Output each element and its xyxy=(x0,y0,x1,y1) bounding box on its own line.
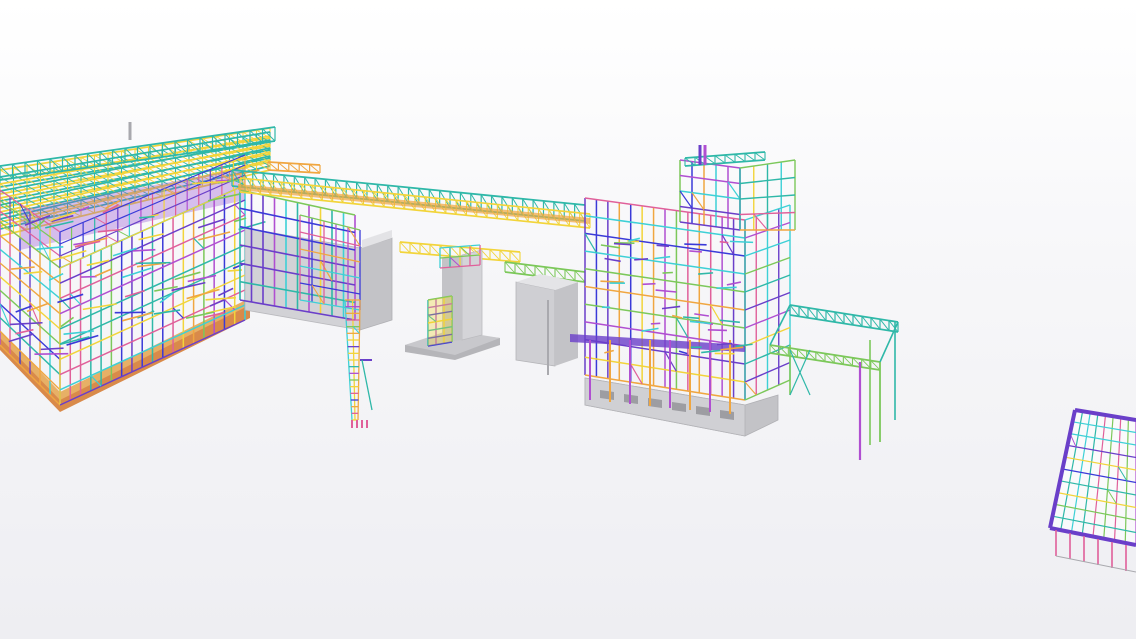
structural-member xyxy=(694,313,710,317)
structural-member xyxy=(691,192,705,211)
structural-member xyxy=(187,274,217,283)
structural-member xyxy=(739,211,796,216)
structural-member xyxy=(135,261,171,265)
structural-member xyxy=(679,174,741,185)
structural-member xyxy=(721,234,735,255)
structural-member xyxy=(429,244,441,256)
structural-member xyxy=(267,161,321,166)
pedestal-column xyxy=(461,249,483,341)
structural-member xyxy=(509,250,521,263)
structural-member xyxy=(769,304,791,346)
structural-member xyxy=(679,190,741,200)
conveyor-belt xyxy=(238,184,590,224)
structural-member xyxy=(34,352,69,356)
structural-member xyxy=(679,205,741,216)
structural-member xyxy=(205,296,236,301)
structural-member xyxy=(604,349,614,354)
structural-member xyxy=(361,359,373,411)
main-hall-structure[interactable] xyxy=(0,122,276,412)
structural-member xyxy=(710,304,723,325)
structural-member xyxy=(650,322,661,325)
model-viewport[interactable] xyxy=(0,0,1136,639)
bunker-right-front xyxy=(515,281,556,367)
structural-member xyxy=(499,250,511,262)
structural-member xyxy=(744,153,756,162)
structural-member xyxy=(656,244,670,248)
structural-member xyxy=(172,307,184,319)
structural-member xyxy=(727,181,741,200)
structural-member xyxy=(604,257,621,263)
structural-member xyxy=(754,152,766,161)
structural-member xyxy=(409,242,421,254)
structural-member xyxy=(121,267,152,279)
structural-member xyxy=(94,268,112,277)
structural-member xyxy=(489,249,501,261)
structural-member xyxy=(80,275,97,278)
structural-member xyxy=(217,287,234,297)
structural-member xyxy=(449,245,461,258)
concrete-pedestal-center[interactable] xyxy=(405,244,500,360)
bunker-side xyxy=(359,237,393,331)
process-building[interactable] xyxy=(570,145,796,437)
structural-member xyxy=(716,286,737,289)
structural-member xyxy=(654,255,671,260)
structural-member xyxy=(0,303,11,328)
structural-member xyxy=(419,243,431,255)
structural-member xyxy=(209,298,226,307)
structural-member xyxy=(744,381,757,396)
structural-member xyxy=(600,244,621,249)
structural-member xyxy=(719,319,740,324)
structural-member xyxy=(267,169,321,174)
structural-member xyxy=(641,327,659,332)
structural-member xyxy=(707,328,727,332)
structural-member xyxy=(63,330,94,335)
structural-member xyxy=(584,233,597,254)
structural-member xyxy=(117,230,130,238)
structural-member xyxy=(642,282,656,286)
pedestal-yellow-cage xyxy=(428,296,452,346)
structural-member xyxy=(11,266,35,270)
structural-member xyxy=(675,317,689,338)
structural-member xyxy=(724,154,736,163)
structural-member xyxy=(719,240,729,244)
structural-member xyxy=(1055,555,1136,573)
structural-member xyxy=(682,316,700,320)
structural-member xyxy=(729,240,754,244)
structural-member xyxy=(684,243,707,246)
structural-member xyxy=(689,250,702,253)
structural-member xyxy=(600,280,624,284)
structural-member xyxy=(613,242,632,246)
structural-member xyxy=(634,258,649,261)
structural-member xyxy=(106,235,119,243)
structural-member xyxy=(734,153,746,162)
structural-member xyxy=(701,349,721,354)
structural-member xyxy=(714,155,726,164)
structural-member xyxy=(630,364,643,385)
structural-member xyxy=(716,342,733,346)
structural-member xyxy=(399,241,411,254)
detached-frame[interactable] xyxy=(1048,408,1136,573)
structural-member xyxy=(679,190,693,209)
concrete-bunker-right[interactable] xyxy=(515,274,578,375)
structural-member xyxy=(678,350,688,355)
structural-member xyxy=(655,289,677,293)
bunker-right-side xyxy=(555,282,578,366)
3d-model-scene[interactable] xyxy=(0,0,1136,639)
structural-member xyxy=(662,271,673,274)
